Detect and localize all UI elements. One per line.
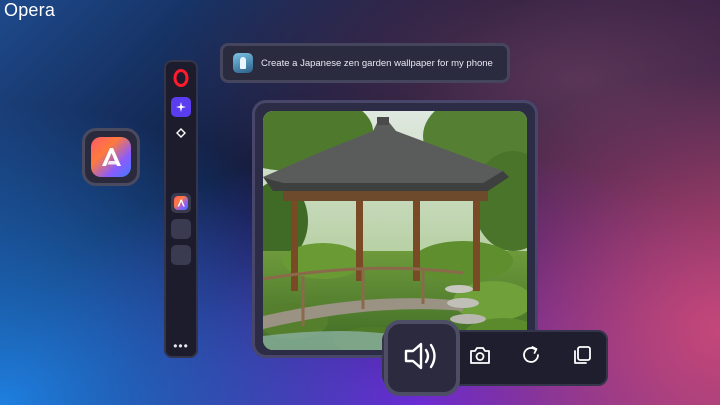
aria-mini-logo-icon [174,196,188,210]
regenerate-button[interactable] [519,345,543,369]
copy-icon [571,344,593,371]
aria-app-icon[interactable] [171,193,191,213]
generated-image[interactable] [263,111,527,350]
aria-sparkle-icon[interactable] [171,97,191,117]
speaker-icon [403,339,441,378]
user-avatar-icon [233,53,253,73]
empty-slot[interactable] [171,245,191,265]
zen-garden-illustration [263,111,527,350]
more-menu-icon[interactable]: ••• [171,336,191,356]
copy-button[interactable] [570,345,594,369]
sidebar: ••• [164,60,198,358]
diamond-icon[interactable] [171,123,191,143]
camera-button[interactable] [468,345,492,369]
prompt-card: Create a Japanese zen garden wallpaper f… [220,43,510,83]
generated-image-card [252,100,538,358]
prompt-text: Create a Japanese zen garden wallpaper f… [261,57,493,69]
refresh-icon [520,344,542,371]
aria-app-tile[interactable] [82,128,140,186]
empty-slot[interactable] [171,219,191,239]
opera-logo-icon[interactable] [171,68,191,88]
camera-icon [469,345,491,370]
speak-button[interactable] [384,320,460,396]
opera-wordmark: Opera [4,0,56,20]
aria-logo-icon [91,137,131,177]
